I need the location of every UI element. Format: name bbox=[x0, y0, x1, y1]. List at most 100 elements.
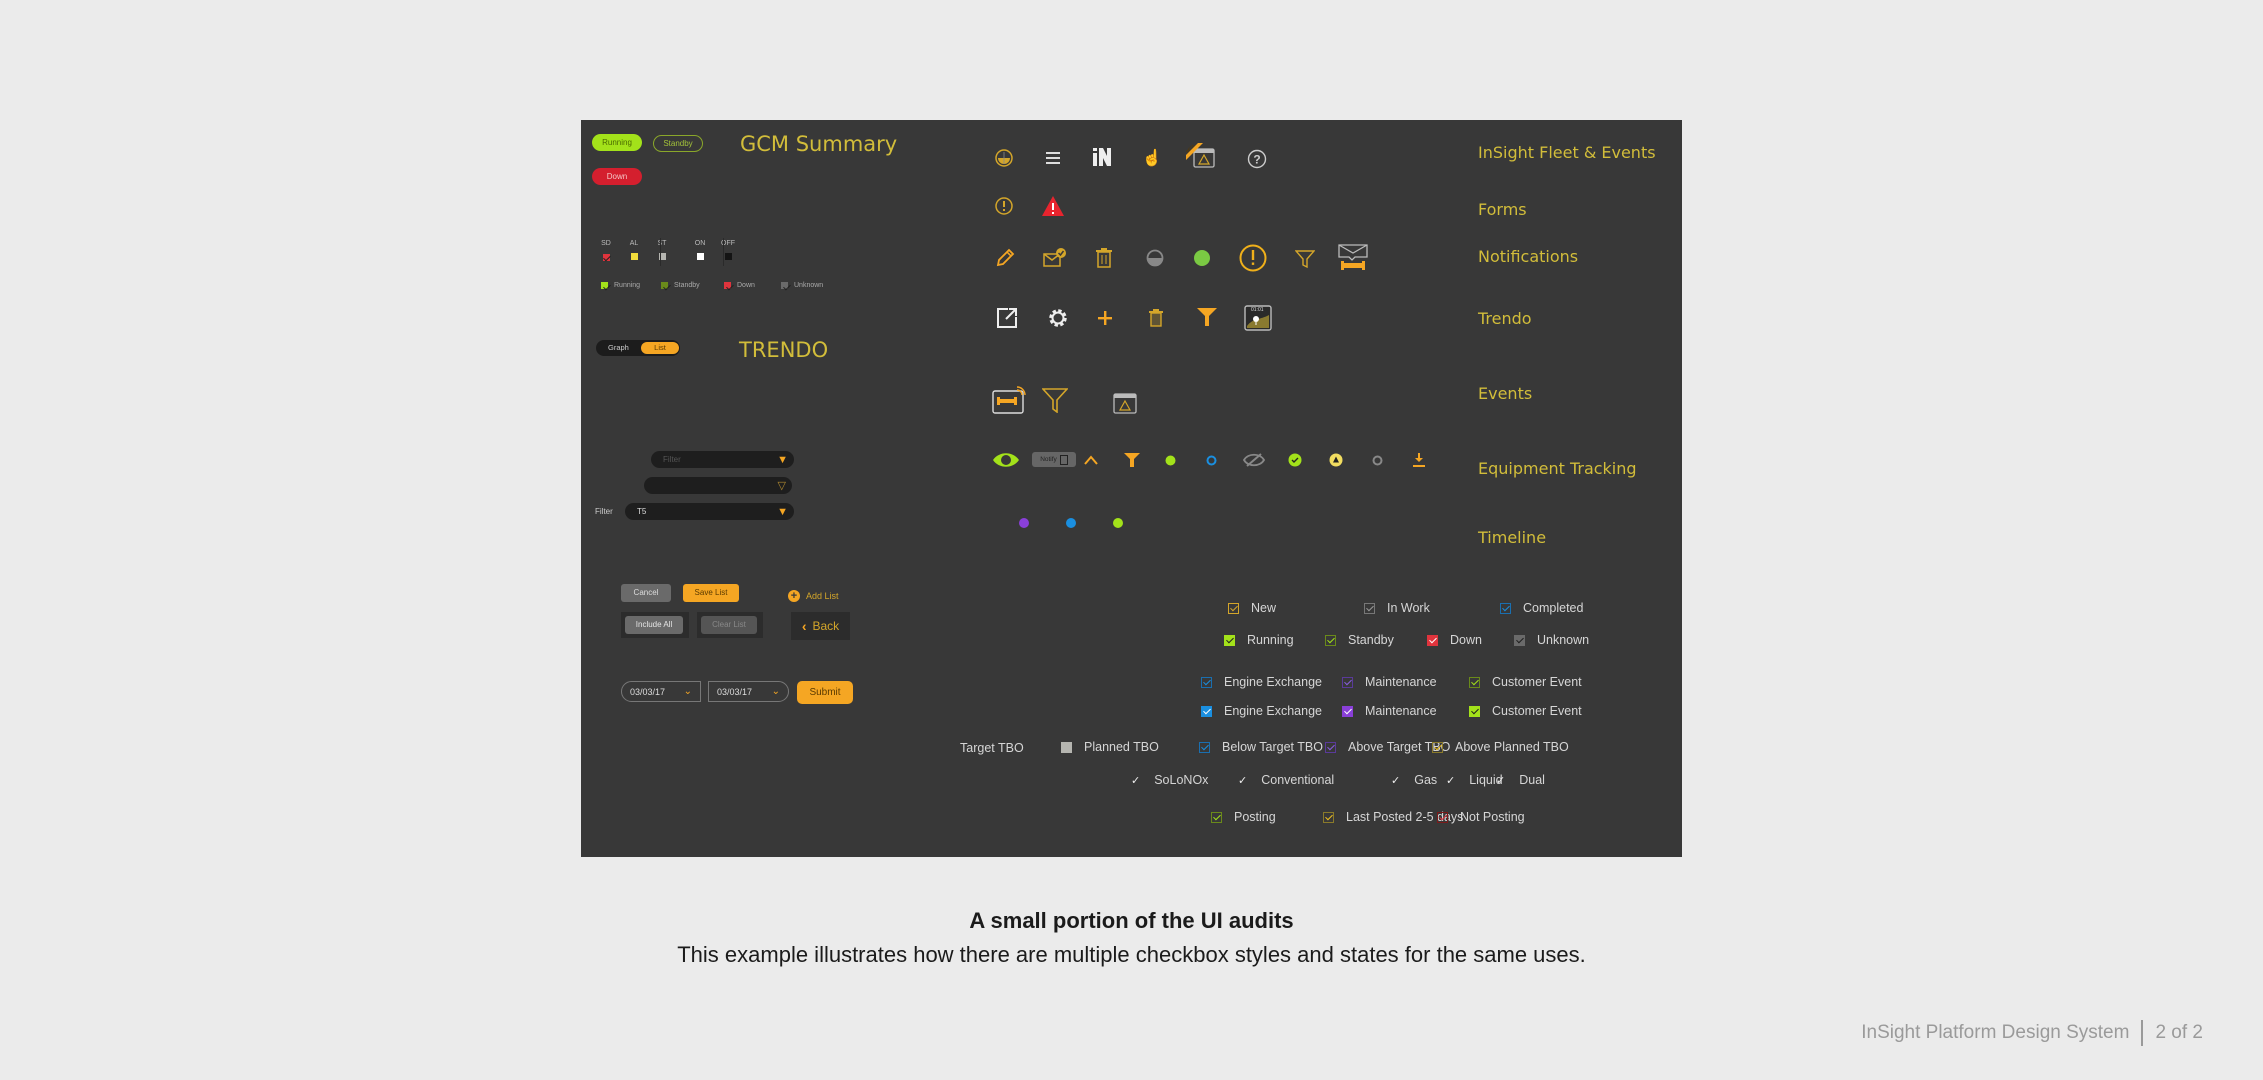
checkbox-item-above-planned-tbo[interactable]: Above Planned TBO bbox=[1432, 740, 1569, 754]
eye-off-icon[interactable] bbox=[1243, 452, 1265, 468]
small-check-unknown[interactable]: Unknown bbox=[781, 282, 823, 289]
filter-solid-icon[interactable]: ▼ bbox=[777, 504, 788, 521]
checkbox-item-not-posting[interactable]: Not Posting bbox=[1437, 810, 1525, 824]
checkbox-item-planned-tbo[interactable]: Planned TBO bbox=[1061, 740, 1159, 754]
filter-solid-icon[interactable] bbox=[1196, 306, 1218, 328]
list-toggle-option[interactable]: List bbox=[641, 342, 679, 354]
checkbox-item-customer-event[interactable]: Customer Event bbox=[1469, 704, 1582, 718]
filter-outline-icon[interactable]: ▽ bbox=[778, 478, 786, 495]
filter-input-t5[interactable]: T5 ▼ bbox=[625, 503, 794, 520]
cancel-button[interactable]: Cancel bbox=[621, 584, 671, 602]
checkbox[interactable] bbox=[1211, 811, 1222, 823]
small-check-down[interactable]: Down bbox=[724, 282, 755, 289]
checkbox-item-in-work[interactable]: In Work bbox=[1364, 601, 1430, 615]
insight-logo-icon[interactable] bbox=[1091, 146, 1113, 168]
checkbox[interactable] bbox=[1342, 676, 1353, 688]
warning-circle-icon[interactable] bbox=[993, 195, 1015, 217]
down-status-pill[interactable]: Down bbox=[592, 168, 642, 185]
checkbox-item-engine-exchange[interactable]: Engine Exchange bbox=[1201, 704, 1322, 718]
checkbox[interactable] bbox=[1325, 634, 1336, 646]
small-check-standby[interactable]: Standby bbox=[661, 282, 700, 289]
include-all-button[interactable]: Include All bbox=[625, 616, 683, 634]
message-engine-icon[interactable] bbox=[1336, 242, 1370, 274]
pencil-icon[interactable] bbox=[994, 247, 1016, 269]
checkbox[interactable] bbox=[1432, 741, 1443, 753]
help-icon[interactable]: ? bbox=[1246, 148, 1268, 170]
checkbox[interactable] bbox=[1228, 602, 1239, 614]
checkbox-item-completed[interactable]: Completed bbox=[1500, 601, 1583, 615]
trash-small-icon[interactable] bbox=[1147, 308, 1165, 328]
checkbox-item-below-target-tbo[interactable]: Below Target TBO bbox=[1199, 740, 1323, 754]
checkbox[interactable] bbox=[1427, 634, 1438, 646]
mail-check-icon[interactable] bbox=[1043, 246, 1067, 270]
beta-calendar-warning-icon[interactable]: BETA bbox=[1185, 142, 1217, 170]
gear-icon[interactable] bbox=[1046, 306, 1070, 330]
alert-triangle-icon[interactable] bbox=[1041, 194, 1065, 218]
end-date-select[interactable]: 03/03/17 ⌄ bbox=[708, 681, 789, 702]
checkbox[interactable] bbox=[661, 282, 668, 289]
checkbox[interactable] bbox=[1323, 811, 1334, 823]
checkbox[interactable] bbox=[1469, 705, 1480, 717]
half-circle-icon[interactable] bbox=[1145, 248, 1165, 268]
standby-status-pill[interactable]: Standby bbox=[653, 135, 703, 152]
checkbox-item-posting[interactable]: Posting bbox=[1211, 810, 1276, 824]
checkmark-item-conventional[interactable]: ✓ Conventional bbox=[1238, 773, 1334, 787]
external-link-icon[interactable] bbox=[995, 306, 1019, 330]
clear-list-button[interactable]: Clear List bbox=[701, 616, 757, 634]
checkbox[interactable] bbox=[1342, 705, 1353, 717]
checkbox[interactable] bbox=[724, 282, 731, 289]
filter-input-empty[interactable]: Filter ▼ bbox=[651, 451, 794, 468]
graph-toggle-option[interactable]: Graph bbox=[608, 343, 629, 352]
checkmark-item-dual[interactable]: ✓ Dual bbox=[1496, 773, 1545, 787]
trend-calendar-icon[interactable]: 01:01 bbox=[1244, 305, 1272, 331]
plus-icon[interactable] bbox=[1095, 308, 1115, 328]
gauge-icon[interactable] bbox=[993, 147, 1015, 169]
calendar-warning-icon[interactable] bbox=[1112, 391, 1138, 415]
start-date-select[interactable]: 03/03/17 ⌄ bbox=[621, 681, 701, 702]
checkbox-item-customer-event[interactable]: Customer Event bbox=[1469, 675, 1582, 689]
save-list-button[interactable]: Save List bbox=[683, 584, 739, 602]
chevron-up-icon[interactable] bbox=[1082, 453, 1100, 467]
running-status-pill[interactable]: Running bbox=[592, 134, 642, 151]
checkbox[interactable] bbox=[1199, 741, 1210, 753]
checkbox-item-unknown[interactable]: Unknown bbox=[1514, 633, 1589, 647]
checkmark-item-liquid[interactable]: ✓ Liquid bbox=[1446, 773, 1503, 787]
submit-button[interactable]: Submit bbox=[797, 681, 853, 704]
checkbox[interactable] bbox=[1201, 705, 1212, 717]
checkbox-item-maintenance[interactable]: Maintenance bbox=[1342, 675, 1437, 689]
notify-button[interactable]: Notify bbox=[1032, 452, 1076, 467]
checkbox[interactable] bbox=[781, 282, 788, 289]
filter-solid-orange-icon[interactable] bbox=[1123, 451, 1141, 469]
add-list-button[interactable]: + Add List bbox=[788, 590, 839, 602]
filter-large-outline-icon[interactable] bbox=[1041, 386, 1069, 414]
checkbox[interactable] bbox=[1500, 602, 1511, 614]
checkmark-item-solonox[interactable]: ✓ SoLoNOx bbox=[1131, 773, 1208, 787]
checkbox[interactable] bbox=[1469, 676, 1480, 688]
back-button[interactable]: ‹ Back bbox=[791, 612, 850, 640]
checkbox[interactable] bbox=[1364, 602, 1375, 614]
checkbox[interactable] bbox=[1201, 676, 1212, 688]
filter-solid-icon[interactable]: ▼ bbox=[777, 452, 788, 469]
graph-list-toggle[interactable]: Graph List bbox=[596, 340, 680, 356]
checkbox-item-standby[interactable]: Standby bbox=[1325, 633, 1394, 647]
trash-icon[interactable] bbox=[1094, 246, 1114, 270]
checkbox[interactable] bbox=[1437, 811, 1448, 823]
checkbox-item-engine-exchange[interactable]: Engine Exchange bbox=[1201, 675, 1322, 689]
hand-pointer-icon[interactable]: ☝ bbox=[1141, 147, 1163, 169]
checkbox[interactable] bbox=[1224, 634, 1235, 646]
filter-outline-icon[interactable] bbox=[1294, 248, 1316, 270]
checkbox-item-down[interactable]: Down bbox=[1427, 633, 1482, 647]
checkbox-item-maintenance[interactable]: Maintenance bbox=[1342, 704, 1437, 718]
eye-icon[interactable] bbox=[992, 451, 1020, 469]
engine-broadcast-icon[interactable] bbox=[991, 385, 1027, 415]
checkmark-item-gas[interactable]: ✓ Gas bbox=[1391, 773, 1437, 787]
hamburger-menu-icon[interactable] bbox=[1043, 148, 1063, 168]
checkbox[interactable] bbox=[601, 282, 608, 289]
checkbox[interactable] bbox=[1514, 634, 1525, 646]
download-icon[interactable] bbox=[1412, 452, 1426, 468]
checkbox[interactable] bbox=[1325, 741, 1336, 753]
large-warning-circle-icon[interactable] bbox=[1239, 244, 1267, 272]
checkbox[interactable] bbox=[1061, 741, 1072, 753]
checkbox-item-running[interactable]: Running bbox=[1224, 633, 1294, 647]
small-check-running[interactable]: Running bbox=[601, 282, 640, 289]
